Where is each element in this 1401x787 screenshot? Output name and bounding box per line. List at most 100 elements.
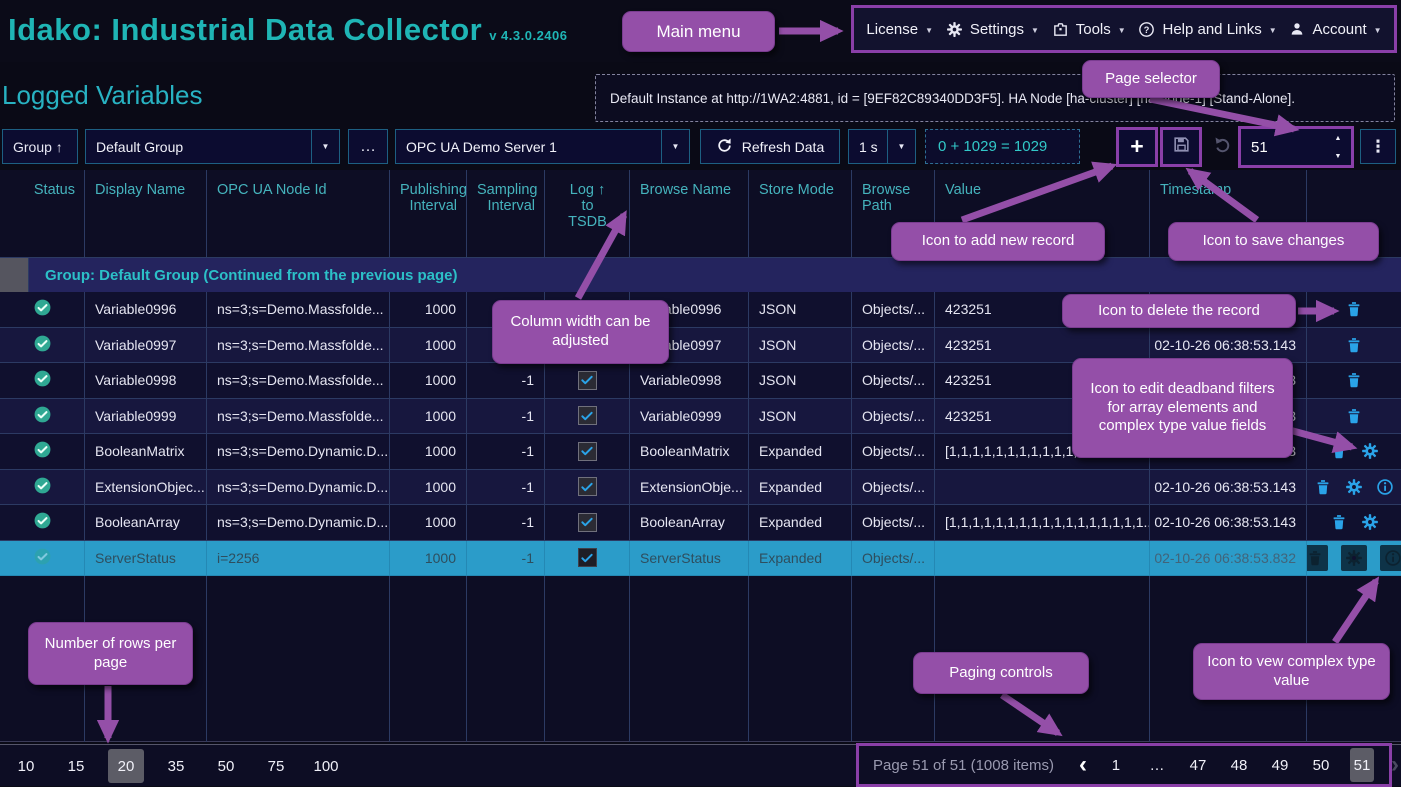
chevron-down-icon[interactable]: ▼ <box>887 130 915 163</box>
delete-record-icon[interactable] <box>1345 336 1363 354</box>
refresh-icon <box>716 137 733 157</box>
header-publishing[interactable]: Publishing Interval <box>390 170 467 258</box>
delete-record-icon[interactable] <box>1330 442 1348 460</box>
deadband-filter-icon[interactable] <box>1361 513 1379 531</box>
page-number-spinner[interactable]: 51 ▲ ▼ <box>1238 126 1354 168</box>
header-log-to-tsdb[interactable]: Log ↑ to TSDB <box>545 170 630 258</box>
group-select[interactable]: Default Group ▼ <box>85 129 340 164</box>
add-record-button[interactable]: + <box>1116 127 1158 167</box>
pager-prev-icon[interactable]: ‹ <box>1079 753 1087 777</box>
undo-button[interactable] <box>1206 129 1238 164</box>
delete-record-icon[interactable] <box>1345 371 1363 389</box>
cell-actions <box>1307 328 1401 364</box>
log-to-tsdb-checkbox[interactable] <box>578 513 597 532</box>
view-complex-value-icon[interactable] <box>1376 478 1394 496</box>
pager-page-number[interactable]: 1 <box>1104 748 1128 782</box>
row-action-buttons <box>1307 478 1401 496</box>
cell-node-id: ns=3;s=Demo.Dynamic.D... <box>207 434 390 470</box>
header-display-name[interactable]: Display Name <box>85 170 207 258</box>
cell-store-mode: Expanded <box>749 434 852 470</box>
cell-status <box>0 292 85 328</box>
filler-cell <box>749 576 852 742</box>
filler-cell <box>467 576 545 742</box>
spin-up-icon[interactable]: ▲ <box>1335 135 1342 142</box>
log-to-tsdb-checkbox[interactable] <box>578 406 597 425</box>
chevron-down-icon[interactable]: ▼ <box>661 130 689 163</box>
header-browse-name[interactable]: Browse Name <box>630 170 749 258</box>
callout-delete-record: Icon to delete the record <box>1062 294 1296 328</box>
group-sort-header[interactable]: Group ↑ <box>2 129 78 164</box>
pager-next-icon[interactable]: › <box>1391 753 1399 777</box>
page-size-option[interactable]: 50 <box>208 749 244 783</box>
header-node-id[interactable]: OPC UA Node Id <box>207 170 390 258</box>
group-row: Group: Default Group (Continued from the… <box>0 258 1401 292</box>
delete-record-icon[interactable] <box>1307 545 1328 571</box>
delete-record-icon[interactable] <box>1330 513 1348 531</box>
menu-item-label: Account <box>1312 21 1366 38</box>
pager-page-number[interactable]: 47 <box>1186 748 1210 782</box>
pager-page-number[interactable]: 48 <box>1227 748 1251 782</box>
log-to-tsdb-checkbox[interactable] <box>578 477 597 496</box>
cell-publishing-interval: 1000 <box>390 292 467 328</box>
header-sampling[interactable]: Sampling Interval <box>467 170 545 258</box>
cell-node-id: ns=3;s=Demo.Dynamic.D... <box>207 470 390 506</box>
server-select[interactable]: OPC UA Demo Server 1 ▼ <box>395 129 690 164</box>
refresh-label: Refresh Data <box>742 139 824 155</box>
group-row-chip[interactable] <box>0 258 29 292</box>
page-size-option[interactable]: 15 <box>58 749 94 783</box>
cell-status <box>0 328 85 364</box>
cell-value <box>935 470 1150 506</box>
page-size-option[interactable]: 35 <box>158 749 194 783</box>
log-to-tsdb-checkbox[interactable] <box>578 442 597 461</box>
pager-page-number[interactable]: 51 <box>1350 748 1374 782</box>
cell-log-to-tsdb <box>545 399 630 435</box>
table-row[interactable]: ExtensionObjec...ns=3;s=Demo.Dynamic.D..… <box>0 470 1401 506</box>
menu-item-account[interactable]: Account▼ <box>1289 21 1381 38</box>
deadband-filter-icon[interactable] <box>1345 478 1363 496</box>
timestamp-text: 02-10-26 06:38:53.143 <box>1154 514 1296 530</box>
pager-ellipsis: … <box>1145 748 1169 782</box>
cell-node-id: ns=3;s=Demo.Massfolde... <box>207 292 390 328</box>
page-size-option[interactable]: 100 <box>308 749 344 783</box>
log-to-tsdb-checkbox[interactable] <box>578 548 597 567</box>
log-to-tsdb-checkbox[interactable] <box>578 371 597 390</box>
delete-record-icon[interactable] <box>1345 300 1363 318</box>
kebab-menu-button[interactable]: ⋮ <box>1360 129 1396 164</box>
page-size-option[interactable]: 20 <box>108 749 144 783</box>
page-number-value[interactable]: 51 <box>1241 139 1325 156</box>
page-size-option[interactable]: 75 <box>258 749 294 783</box>
deadband-filter-icon[interactable] <box>1361 442 1379 460</box>
callout-save-changes: Icon to save changes <box>1168 222 1379 261</box>
menu-item-settings[interactable]: Settings▼ <box>946 21 1039 38</box>
menu-item-help-and-links[interactable]: ?Help and Links▼ <box>1138 21 1276 38</box>
cell-store-mode: JSON <box>749 399 852 435</box>
view-complex-value-icon[interactable] <box>1380 545 1401 571</box>
interval-select[interactable]: 1 s ▼ <box>848 129 916 164</box>
table-row[interactable]: BooleanArrayns=3;s=Demo.Dynamic.D...1000… <box>0 505 1401 541</box>
chevron-down-icon[interactable]: ▼ <box>311 130 339 163</box>
cell-display-name: Variable0997 <box>85 328 207 364</box>
status-ok-icon <box>33 476 52 498</box>
pager-page-number[interactable]: 49 <box>1268 748 1292 782</box>
page-size-option[interactable]: 10 <box>8 749 44 783</box>
delete-record-icon[interactable] <box>1345 407 1363 425</box>
spin-down-icon[interactable]: ▼ <box>1335 153 1342 160</box>
menu-item-license[interactable]: License▼ <box>866 21 933 38</box>
cell-node-id: ns=3;s=Demo.Massfolde... <box>207 363 390 399</box>
chevron-down-icon: ▼ <box>1031 24 1039 35</box>
save-changes-button[interactable] <box>1160 127 1202 167</box>
deadband-filter-icon[interactable] <box>1341 545 1367 571</box>
cell-display-name: ExtensionObjec... <box>85 470 207 506</box>
delete-record-icon[interactable] <box>1314 478 1332 496</box>
refresh-data-button[interactable]: Refresh Data <box>700 129 840 164</box>
cell-browse-path: Objects/... <box>852 505 935 541</box>
cell-actions <box>1307 505 1401 541</box>
table-row[interactable]: ServerStatusi=22561000-1ServerStatusExpa… <box>0 541 1401 577</box>
filler-cell <box>207 576 390 742</box>
header-store-mode[interactable]: Store Mode <box>749 170 852 258</box>
cell-log-to-tsdb <box>545 505 630 541</box>
header-status[interactable]: Status <box>0 170 85 258</box>
menu-item-tools[interactable]: Tools▼ <box>1052 21 1126 38</box>
more-groups-button[interactable]: … <box>348 129 388 164</box>
pager-page-number[interactable]: 50 <box>1309 748 1333 782</box>
